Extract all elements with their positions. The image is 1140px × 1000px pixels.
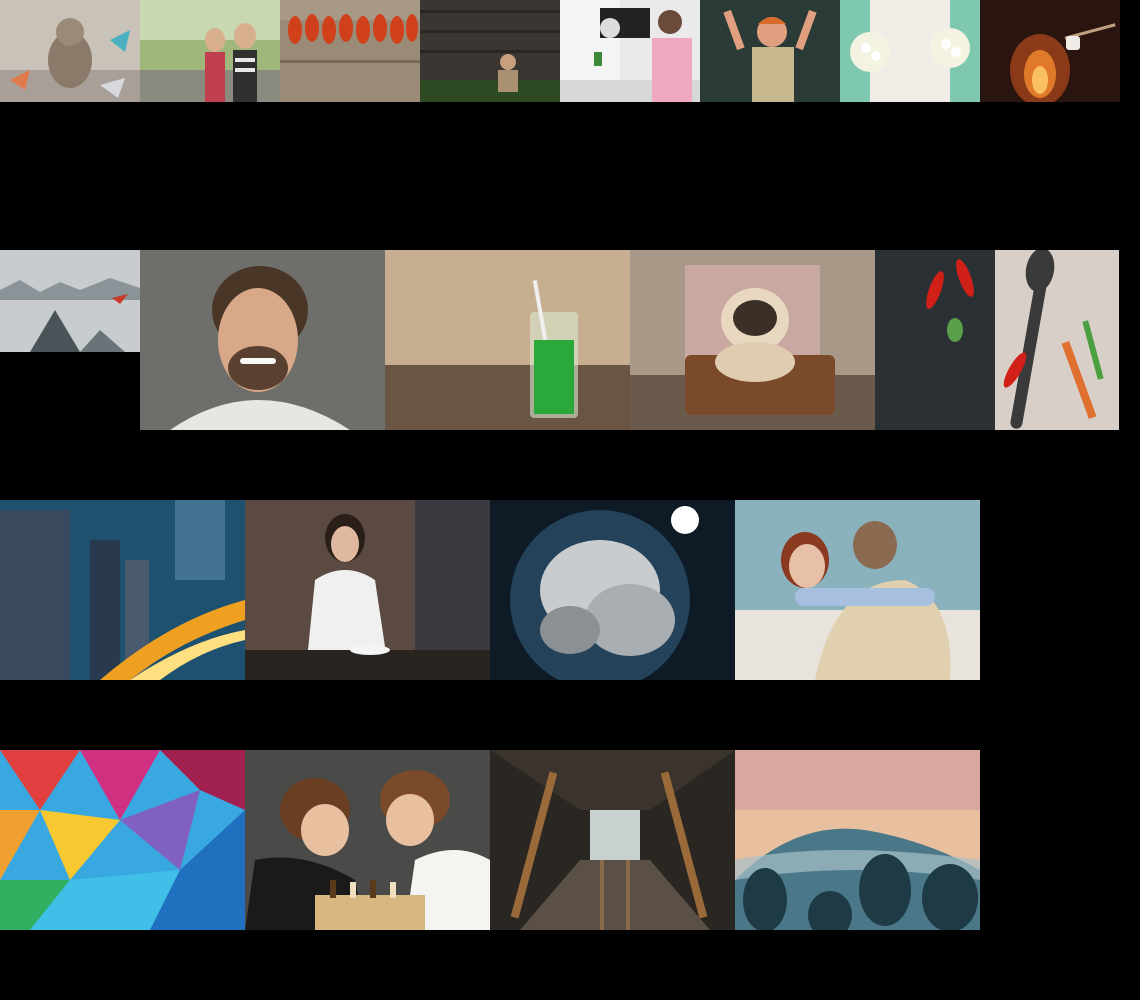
photo-child-sitting-by-wooden-wall[interactable] xyxy=(420,0,560,102)
photo-pug-in-suitcase[interactable] xyxy=(630,250,875,430)
photo-shrimp-on-wooden-table[interactable] xyxy=(280,0,420,102)
photo-plane-over-misty-mountains[interactable] xyxy=(0,250,140,352)
photo-gallery xyxy=(0,0,1140,1000)
photo-couple-hugging[interactable] xyxy=(735,500,980,680)
photo-colorful-polygon-abstract[interactable] xyxy=(0,750,245,930)
photo-woman-on-phone-in-cafe[interactable] xyxy=(245,500,490,680)
photo-boys-playing-chess[interactable] xyxy=(245,750,490,930)
photo-man-working-at-desk[interactable] xyxy=(560,0,700,102)
photo-wooden-tunnel-passage[interactable] xyxy=(490,750,735,930)
photo-city-night-light-trails[interactable] xyxy=(0,500,245,680)
photo-smiling-bearded-man[interactable] xyxy=(140,250,385,430)
photo-cheering-boy-at-chalkboard[interactable] xyxy=(700,0,840,102)
photo-green-smoothie-glass[interactable] xyxy=(385,250,630,430)
photo-misty-forest-mountain[interactable] xyxy=(735,750,980,930)
photo-bride-with-bouquet[interactable] xyxy=(840,0,980,102)
photo-kitten-with-paper-cranes[interactable] xyxy=(0,0,140,102)
photo-chili-peppers-and-spoon[interactable] xyxy=(875,250,1119,430)
photo-marshmallow-over-fire[interactable] xyxy=(980,0,1120,102)
photo-two-women-hitchhiking[interactable] xyxy=(140,0,280,102)
photo-earth-with-clouds[interactable] xyxy=(490,500,735,680)
